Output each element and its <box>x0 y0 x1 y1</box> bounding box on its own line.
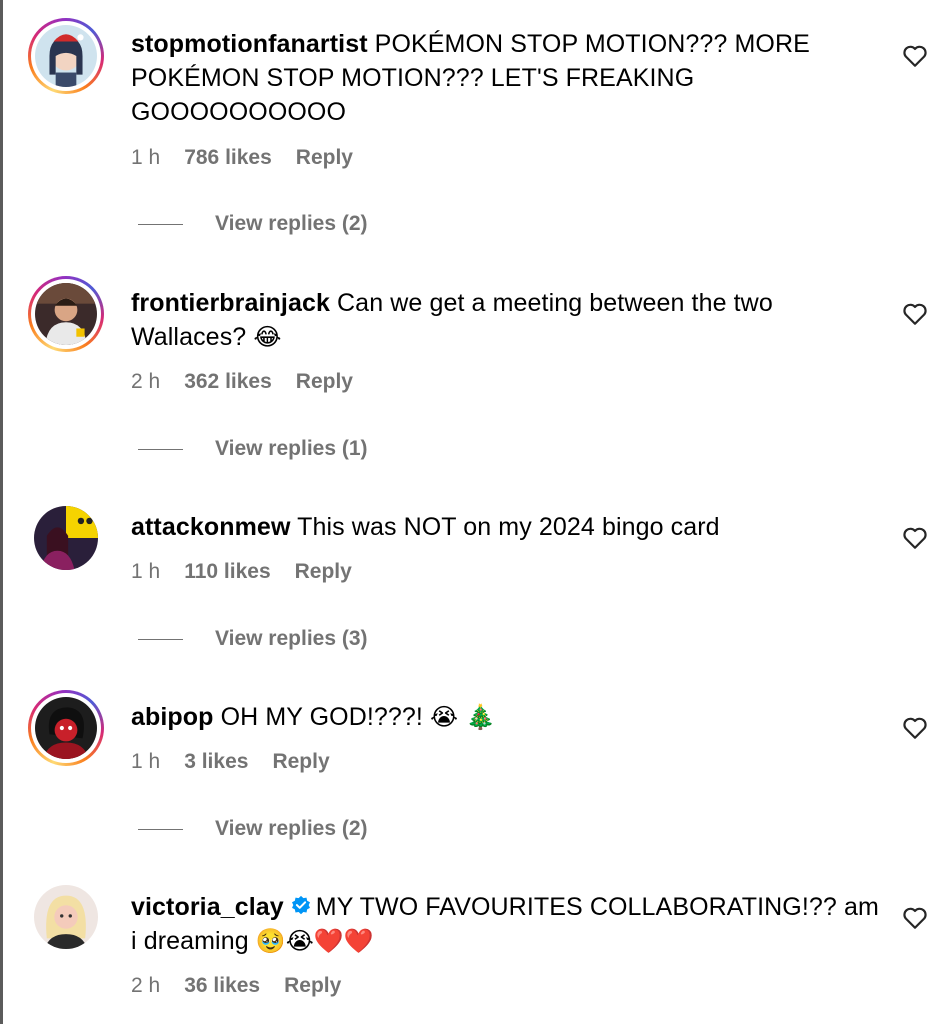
comment-time: 1 h <box>131 750 161 773</box>
view-replies-label: View replies (1) <box>215 437 368 460</box>
laughing-emoji-icon: 😂 <box>253 323 282 351</box>
comment-body: This was NOT on my 2024 bingo card <box>297 513 720 541</box>
avatar[interactable] <box>34 506 98 570</box>
reply-button[interactable]: Reply <box>284 974 341 998</box>
comment-likes[interactable]: 362 likes <box>184 370 272 394</box>
comment-body: OH MY GOD!???! <box>220 703 423 731</box>
like-heart-icon[interactable] <box>902 44 928 68</box>
comment-username[interactable]: victoria_clay <box>131 893 284 921</box>
avatar <box>35 25 97 87</box>
comment-username[interactable]: stopmotionfanartist <box>131 30 368 58</box>
comment-time: 2 h <box>131 370 161 393</box>
comment-username[interactable]: abipop <box>131 703 214 731</box>
comment-likes[interactable]: 786 likes <box>184 146 272 170</box>
comment-time: 2 h <box>131 974 161 997</box>
divider-line <box>138 638 183 640</box>
pleading-crying-hearts-emoji-icon: 🥹😭❤️❤️ <box>255 927 374 955</box>
view-replies-button[interactable]: View replies (2) <box>138 212 368 236</box>
comment-likes[interactable]: 3 likes <box>184 750 248 774</box>
comment-text: stopmotionfanartist POKÉMON STOP MOTION?… <box>131 27 891 129</box>
comment-meta: 1 h 786 likes Reply <box>131 146 353 170</box>
comment-likes[interactable]: 110 likes <box>184 560 270 584</box>
reply-button[interactable]: Reply <box>296 370 353 394</box>
comment-time: 1 h <box>131 146 161 169</box>
reply-button[interactable]: Reply <box>296 146 353 170</box>
avatar <box>35 283 97 345</box>
comment-text: abipop OH MY GOD!???! 😭 🎄 <box>131 700 891 734</box>
window-left-edge <box>0 0 3 1024</box>
avatar[interactable] <box>34 885 98 949</box>
reply-button[interactable]: Reply <box>295 560 352 584</box>
comment-username[interactable]: frontierbrainjack <box>131 289 330 317</box>
reply-button[interactable]: Reply <box>272 750 329 774</box>
view-replies-label: View replies (2) <box>215 817 368 840</box>
view-replies-button[interactable]: View replies (3) <box>138 627 368 651</box>
comment-meta: 1 h 110 likes Reply <box>131 560 352 584</box>
avatar-story-ring[interactable] <box>28 690 104 766</box>
view-replies-label: View replies (3) <box>215 627 368 650</box>
crying-tree-emoji-icon: 😭 🎄 <box>430 703 496 731</box>
avatar-story-ring[interactable] <box>28 276 104 352</box>
like-heart-icon[interactable] <box>902 716 928 740</box>
divider-line <box>138 448 183 450</box>
comment-meta: 2 h 362 likes Reply <box>131 370 353 394</box>
comment-meta: 1 h 3 likes Reply <box>131 750 330 774</box>
comment-username[interactable]: attackonmew <box>131 513 291 541</box>
like-heart-icon[interactable] <box>902 906 928 930</box>
view-replies-label: View replies (2) <box>215 212 368 235</box>
comment-text: victoria_clay MY TWO FAVOURITES COLLABORA… <box>131 890 891 958</box>
comment-time: 1 h <box>131 560 161 583</box>
comment-text: attackonmew This was NOT on my 2024 bing… <box>131 510 891 544</box>
comment-meta: 2 h 36 likes Reply <box>131 974 341 998</box>
avatar-story-ring[interactable] <box>28 18 104 94</box>
divider-line <box>138 223 183 225</box>
view-replies-button[interactable]: View replies (2) <box>138 817 368 841</box>
comment-likes[interactable]: 36 likes <box>184 974 260 998</box>
view-replies-button[interactable]: View replies (1) <box>138 437 368 461</box>
verified-badge-icon <box>290 892 312 915</box>
divider-line <box>138 828 183 830</box>
comment-text: frontierbrainjack Can we get a meeting b… <box>131 286 891 354</box>
like-heart-icon[interactable] <box>902 302 928 326</box>
avatar <box>35 697 97 759</box>
like-heart-icon[interactable] <box>902 526 928 550</box>
